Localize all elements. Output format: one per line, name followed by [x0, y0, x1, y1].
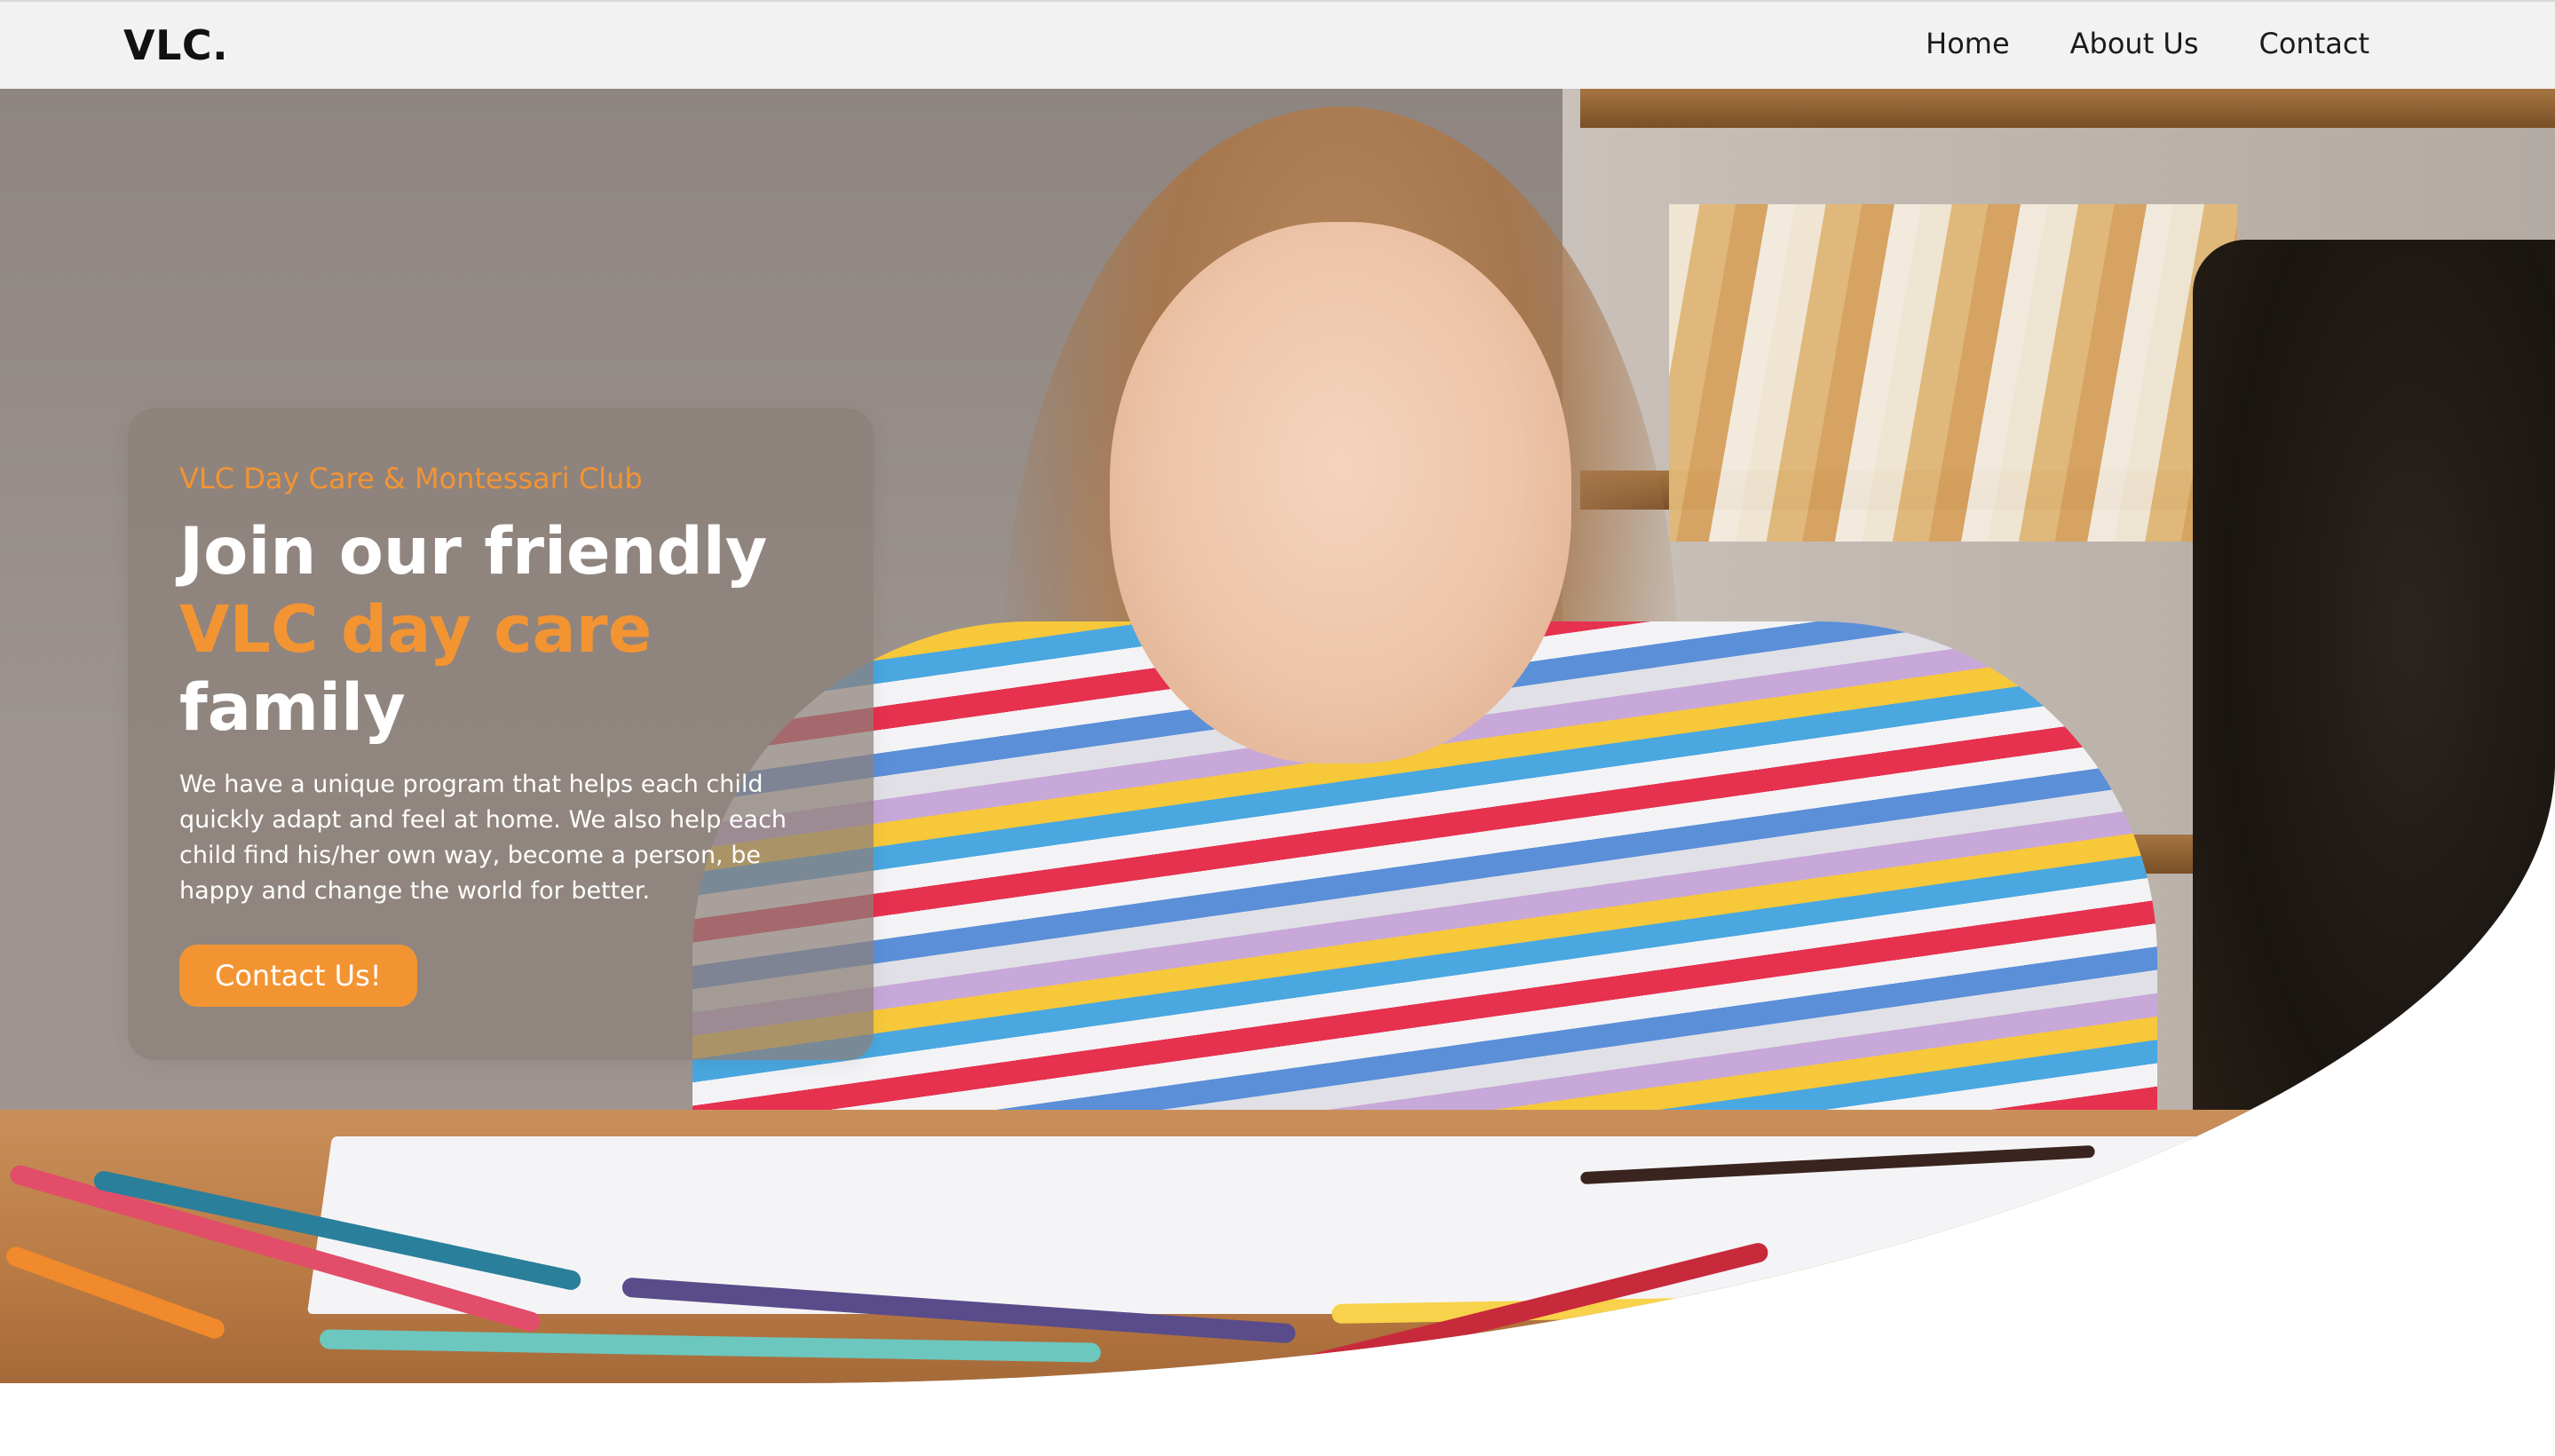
nav-link-about-us[interactable]: About Us: [2070, 27, 2199, 60]
headline-line-3: family: [179, 670, 406, 746]
top-navbar: VLC. Home About Us Contact: [0, 0, 2555, 89]
main-nav: Home About Us Contact: [1926, 27, 2369, 60]
background-bag: [2193, 240, 2555, 1216]
hero-section: VLC Day Care & Montessari Club Join our …: [0, 89, 2555, 1383]
nav-link-contact[interactable]: Contact: [2259, 27, 2370, 60]
hero-description: We have a unique program that helps each…: [179, 771, 787, 905]
hero-card: VLC Day Care & Montessari Club Join our …: [128, 408, 874, 1060]
bookshelf-top: [1580, 89, 2555, 128]
contact-us-button[interactable]: Contact Us!: [179, 945, 417, 1007]
hero-eyebrow: VLC Day Care & Montessari Club: [179, 462, 643, 495]
hero-headline: Join our friendly VLC day care family: [179, 513, 822, 748]
headline-line-2: VLC day care: [179, 592, 653, 668]
books: [1669, 204, 2237, 542]
site-logo[interactable]: VLC.: [123, 21, 228, 69]
headline-line-1: Join our friendly: [179, 514, 768, 590]
nav-link-home[interactable]: Home: [1926, 27, 2010, 60]
child-face: [1110, 222, 1571, 764]
